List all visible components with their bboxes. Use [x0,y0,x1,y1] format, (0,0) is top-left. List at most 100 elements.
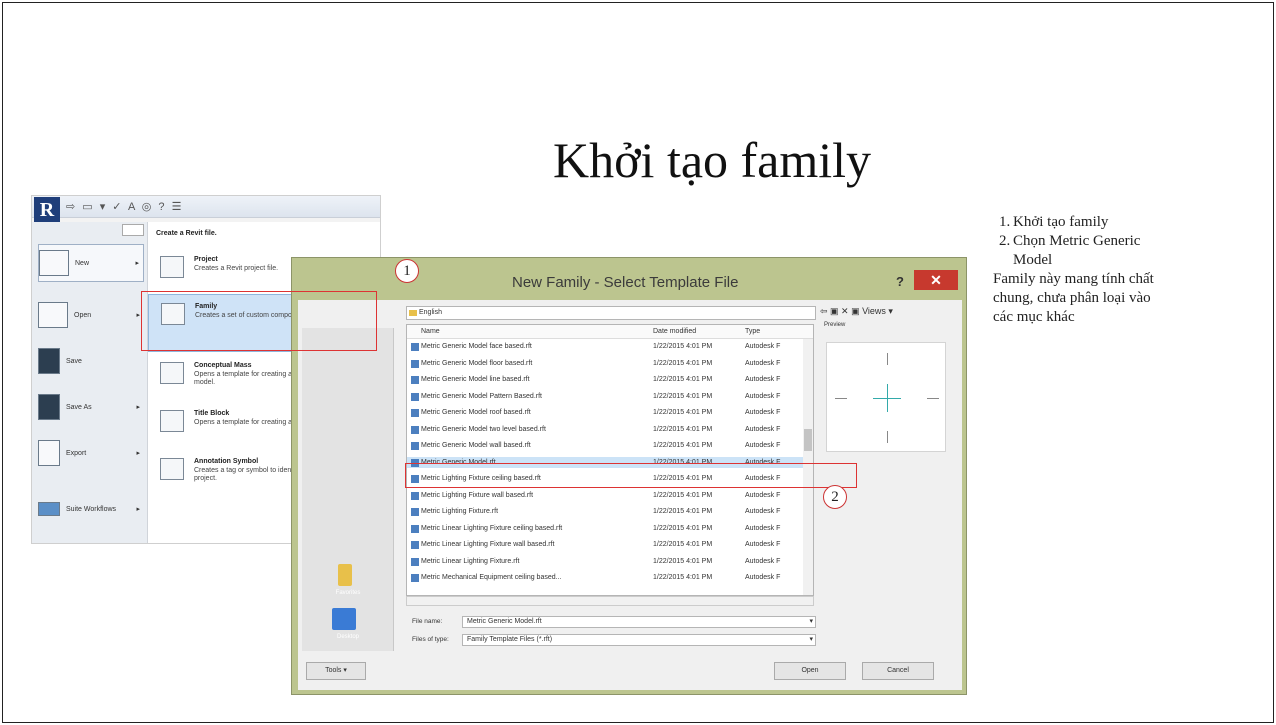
file-name: Metric Generic Model face based.rft [421,343,532,350]
submenu-arrow-icon: ▸ [135,260,139,267]
column-header-name[interactable]: Name [421,328,440,335]
step-number: 1. [999,214,1011,230]
file-date: 1/22/2015 4:01 PM [653,376,713,383]
file-icon [411,376,419,384]
suite-workflows-icon [38,502,60,516]
save-as-command[interactable]: Save As ▸ [38,388,144,426]
file-date: 1/22/2015 4:01 PM [653,442,713,449]
file-list: Name Date modified Type Metric Generic M… [406,324,814,596]
file-name: Metric Lighting Fixture.rft [421,508,499,515]
save-command[interactable]: Save [38,342,144,380]
crosshair-icon [887,384,888,412]
reference-line [887,353,888,365]
reference-line [835,398,847,399]
navigation-toolbar[interactable]: ⇦ ▣ ✕ ▣ Views ▾ [820,306,893,317]
table-row[interactable]: Metric Lighting Fixture.rft 1/22/2015 4:0… [407,506,813,517]
table-row[interactable]: Metric Generic Model floor based.rft 1/22… [407,358,813,369]
file-name-input[interactable]: Metric Generic Model.rft ▾ [462,616,816,628]
submenu-arrow-icon: ▸ [136,506,140,513]
file-icon [411,409,419,417]
tools-label: Tools [325,667,342,674]
preview-label: Preview [824,322,846,328]
table-row[interactable]: Metric Generic Model face based.rft 1/22/… [407,341,813,352]
callout-1: 1 [395,259,419,283]
file-icon [411,343,419,351]
table-row[interactable]: Metric Linear Lighting Fixture wall base… [407,539,813,550]
toolbar-icons[interactable]: ⇨ ▭ ▾ ✓ A ◎ ? ☰ [66,200,183,213]
table-row[interactable]: Metric Mechanical Equipment ceiling base… [407,572,813,583]
note-step-1: 1. Khởi tạo family [993,213,1273,232]
file-type-select[interactable]: Family Template Files (*.rft) ▾ [462,634,816,646]
horizontal-scrollbar[interactable] [406,596,814,606]
file-icon [411,524,419,533]
column-header-type[interactable]: Type [745,328,760,335]
file-name: Metric Lighting Fixture wall based.rft [421,491,534,499]
chevron-down-icon[interactable]: ▾ [809,617,813,627]
table-row[interactable]: Metric Generic Model wall based.rft 1/22/… [407,440,813,451]
file-name-value: Metric Generic Model.rft [467,618,542,625]
folder-icon [409,310,417,316]
file-icon [411,541,419,549]
cancel-button[interactable]: Cancel [862,662,934,680]
command-label: Save [66,357,82,365]
table-row[interactable]: Metric Generic Model roof based.rft 1/22/… [407,407,813,418]
table-row[interactable]: Metric Linear Lighting Fixture.rft 1/22/2… [407,556,813,567]
callout-2: 2 [823,485,847,509]
family-highlight-box [141,291,377,351]
quick-access-toolbar: R ⇨ ▭ ▾ ✓ A ◎ ? ☰ [32,196,380,223]
submenu-arrow-icon: ▸ [136,312,140,319]
submenu-arrow-icon: ▸ [136,404,140,411]
project-icon [160,256,184,278]
submenu-arrow-icon: ▸ [136,450,140,457]
file-date: 1/22/2015 4:01 PM [653,491,713,499]
file-date: 1/22/2015 4:01 PM [653,359,713,367]
item-title: Project [194,256,218,263]
column-header-date[interactable]: Date modified [653,328,696,335]
open-button[interactable]: Open [774,662,846,680]
file-type-value: Family Template Files (*.rft) [467,636,553,643]
slide-notes: 1. Khởi tạo family 2. Chọn Metric Generi… [993,213,1273,327]
reference-line [887,431,888,443]
file-name: Metric Linear Lighting Fixture ceiling b… [421,524,563,532]
file-name: Metric Mechanical Equipment ceiling base… [421,574,562,581]
revit-logo[interactable]: R [34,197,60,223]
table-row[interactable]: Metric Generic Model line based.rft 1/22/… [407,374,813,385]
slide-title: Khởi tạo family [553,132,872,188]
command-label: New [75,259,90,267]
item-title: Annotation Symbol [194,458,259,465]
help-button[interactable]: ? [896,274,904,289]
desktop-icon[interactable] [332,608,356,630]
file-name: Metric Generic Model line based.rft [421,376,530,383]
scroll-thumb[interactable] [804,429,812,451]
suite-workflows-command[interactable]: Suite Workflows ▸ [38,490,144,528]
tools-button[interactable]: Tools ▾ [306,662,366,680]
table-row[interactable]: Metric Linear Lighting Fixture ceiling b… [407,523,813,534]
table-row[interactable]: Metric Lighting Fixture wall based.rft 1/… [407,490,813,501]
file-icon [411,392,419,401]
export-command[interactable]: Export ▸ [38,434,144,472]
table-row[interactable]: Metric Generic Model Pattern Based.rft 1/… [407,391,813,402]
open-folder-icon [38,302,68,328]
menu-search-box[interactable] [122,224,144,236]
reference-line [927,398,939,399]
chevron-down-icon[interactable]: ▾ [809,635,813,645]
new-command[interactable]: New ▸ [38,244,144,282]
favorites-icon[interactable] [338,564,352,586]
close-button[interactable]: ✕ [914,270,958,290]
command-label: Export [66,449,87,457]
file-date: 1/22/2015 4:01 PM [653,392,713,400]
file-icon [411,359,419,368]
file-type-label: Files of type: [412,636,449,643]
open-command[interactable]: Open ▸ [38,296,144,334]
save-as-icon [38,394,60,420]
conceptual-mass-icon [160,362,184,384]
annotation-symbol-icon [160,458,184,480]
file-date: 1/22/2015 4:01 PM [653,574,713,581]
file-name: Metric Linear Lighting Fixture.rft [421,557,520,565]
table-row[interactable]: Metric Generic Model two level based.rft… [407,424,813,435]
file-name: Metric Generic Model floor based.rft [421,359,533,367]
export-icon [38,440,60,466]
look-in-value: English [419,309,442,316]
file-date: 1/22/2015 4:01 PM [653,508,713,515]
look-in-dropdown[interactable]: English [406,306,816,320]
